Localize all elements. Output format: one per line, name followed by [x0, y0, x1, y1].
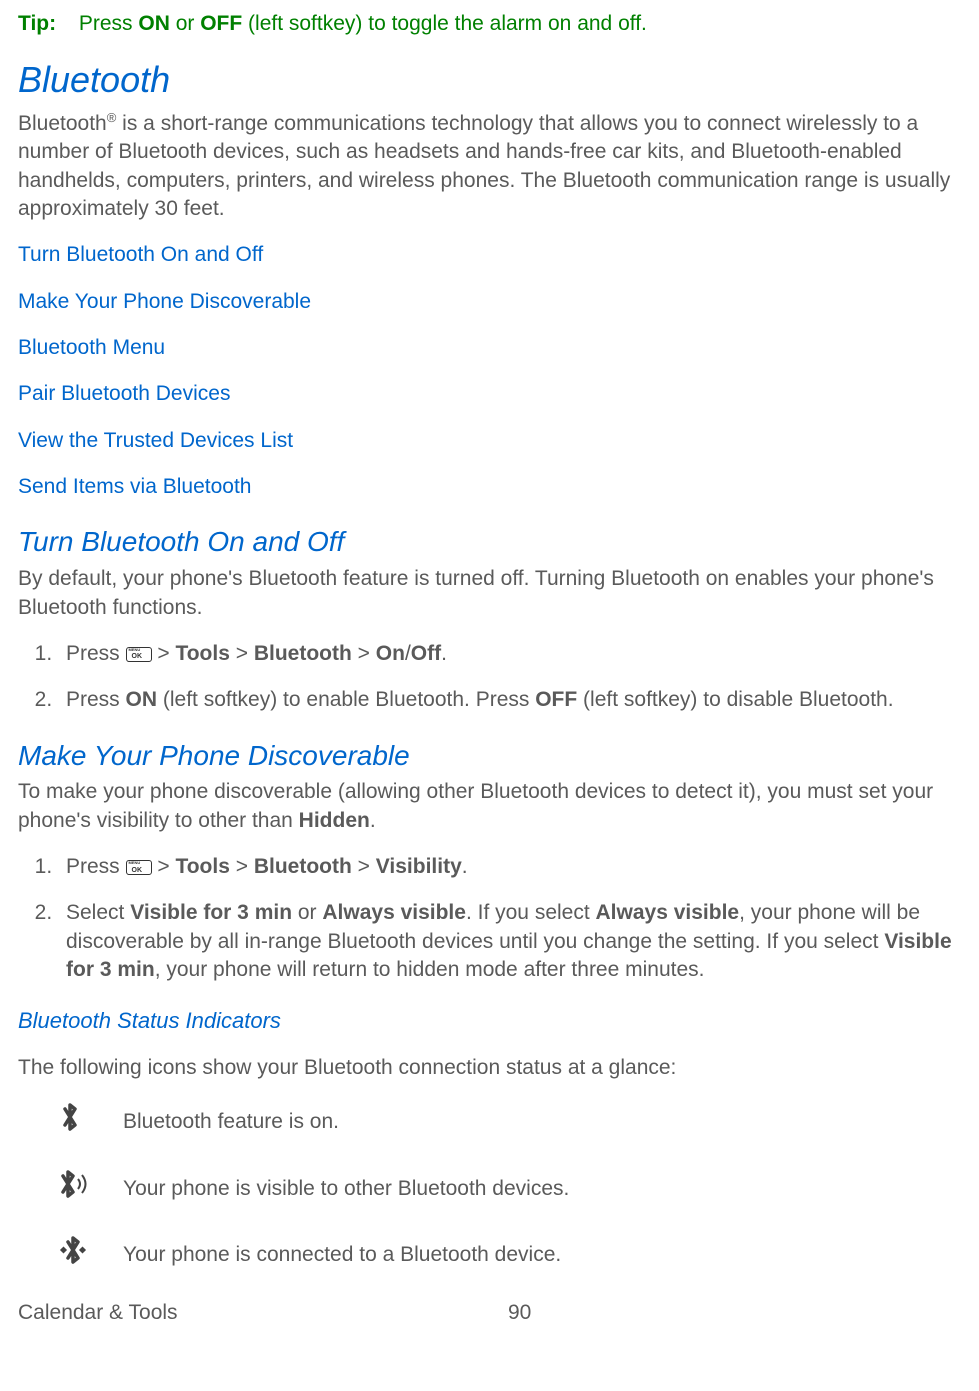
toc-link-pair[interactable]: Pair Bluetooth Devices	[18, 380, 961, 408]
section2-steps: Press > Tools > Bluetooth > Visibility. …	[58, 853, 961, 984]
heading-bluetooth: Bluetooth	[18, 56, 961, 105]
tip-label: Tip:	[18, 10, 73, 38]
s1s2-pre: Press	[66, 688, 126, 711]
icon-desc-on: Bluetooth feature is on.	[123, 1108, 339, 1136]
s1s2-mid: (left softkey) to enable Bluetooth. Pres…	[157, 688, 535, 711]
icon-row-connected: Your phone is connected to a Bluetooth d…	[58, 1233, 961, 1277]
s2s1-p3: >	[352, 855, 376, 878]
icon-desc-visible: Your phone is visible to other Bluetooth…	[123, 1175, 569, 1203]
intro-rest: is a short-range communications technolo…	[18, 112, 950, 220]
s1s2-b2: OFF	[535, 688, 577, 711]
bluetooth-visible-icon	[58, 1167, 123, 1211]
tip-line: Tip: Press ON or OFF (left softkey) to t…	[18, 10, 961, 38]
icon-row-on: Bluetooth feature is on.	[58, 1100, 961, 1144]
s2-intro-pre: To make your phone discoverable (allowin…	[18, 780, 933, 831]
s1s1-post: .	[441, 642, 447, 665]
section1-steps: Press > Tools > Bluetooth > On/Off. Pres…	[58, 640, 961, 715]
s2s1-p2: >	[230, 855, 254, 878]
menu-ok-icon	[126, 860, 152, 875]
s2s1-pre: Press	[66, 855, 126, 878]
s1s1-p1: >	[152, 642, 176, 665]
s2s1-b3: Visibility	[376, 855, 462, 878]
s2s2-t4: , your phone will return to hidden mode …	[155, 958, 705, 981]
s2-intro-post: .	[370, 809, 376, 832]
footer-section: Calendar & Tools	[18, 1299, 508, 1327]
s2s1-post: .	[462, 855, 468, 878]
s2s1-b1: Tools	[175, 855, 229, 878]
s2-intro-b: Hidden	[299, 809, 370, 832]
tip-text-post: (left softkey) to toggle the alarm on an…	[242, 12, 647, 35]
section3-intro: The following icons show your Bluetooth …	[18, 1054, 961, 1082]
heading-turn-on-off: Turn Bluetooth On and Off	[18, 523, 961, 561]
toc-link-turn-on-off[interactable]: Turn Bluetooth On and Off	[18, 241, 961, 269]
s2s2-b2: Always visible	[322, 901, 466, 924]
section1-step2: Press ON (left softkey) to enable Blueto…	[58, 686, 961, 714]
section1-intro: By default, your phone's Bluetooth featu…	[18, 565, 961, 622]
icon-desc-connected: Your phone is connected to a Bluetooth d…	[123, 1241, 561, 1269]
bluetooth-on-icon	[58, 1100, 123, 1144]
icon-row-visible: Your phone is visible to other Bluetooth…	[58, 1167, 961, 1211]
bluetooth-connected-icon	[58, 1233, 123, 1277]
s1s2-post: (left softkey) to disable Bluetooth.	[577, 688, 893, 711]
heading-status-indicators: Bluetooth Status Indicators	[18, 1006, 961, 1036]
toc-link-trusted[interactable]: View the Trusted Devices List	[18, 427, 961, 455]
intro-paragraph: Bluetooth® is a short-range communicatio…	[18, 109, 961, 223]
toc-link-discoverable[interactable]: Make Your Phone Discoverable	[18, 288, 961, 316]
menu-ok-icon	[126, 647, 152, 662]
s1s1-b2: Bluetooth	[254, 642, 352, 665]
s2s2-b3: Always visible	[596, 901, 740, 924]
tip-text-pre: Press	[79, 12, 139, 35]
s2s2-t1: or	[292, 901, 322, 924]
s2s2-b1: Visible for 3 min	[130, 901, 292, 924]
heading-discoverable: Make Your Phone Discoverable	[18, 737, 961, 775]
s2s2-pre: Select	[66, 901, 130, 924]
s1s1-pre: Press	[66, 642, 126, 665]
section2-step1: Press > Tools > Bluetooth > Visibility.	[58, 853, 961, 881]
s2s1-b2: Bluetooth	[254, 855, 352, 878]
tip-on: ON	[138, 12, 170, 35]
s1s1-p2: >	[230, 642, 254, 665]
footer-page-number: 90	[508, 1299, 531, 1327]
s1s1-p3: >	[352, 642, 376, 665]
page-footer: Calendar & Tools 90	[18, 1299, 961, 1327]
tip-text-mid: or	[170, 12, 200, 35]
tip-off: OFF	[200, 12, 242, 35]
toc-link-send[interactable]: Send Items via Bluetooth	[18, 473, 961, 501]
s2s1-p1: >	[152, 855, 176, 878]
s1s1-b1: Tools	[175, 642, 229, 665]
section2-intro: To make your phone discoverable (allowin…	[18, 778, 961, 835]
s1s2-b1: ON	[126, 688, 158, 711]
s2s2-t2: . If you select	[466, 901, 596, 924]
s1s1-b4: Off	[411, 642, 441, 665]
registered-symbol: ®	[107, 110, 117, 125]
section2-step2: Select Visible for 3 min or Always visib…	[58, 899, 961, 984]
s1s1-b3: On	[376, 642, 405, 665]
intro-word: Bluetooth	[18, 112, 107, 135]
toc-link-menu[interactable]: Bluetooth Menu	[18, 334, 961, 362]
section1-step1: Press > Tools > Bluetooth > On/Off.	[58, 640, 961, 668]
